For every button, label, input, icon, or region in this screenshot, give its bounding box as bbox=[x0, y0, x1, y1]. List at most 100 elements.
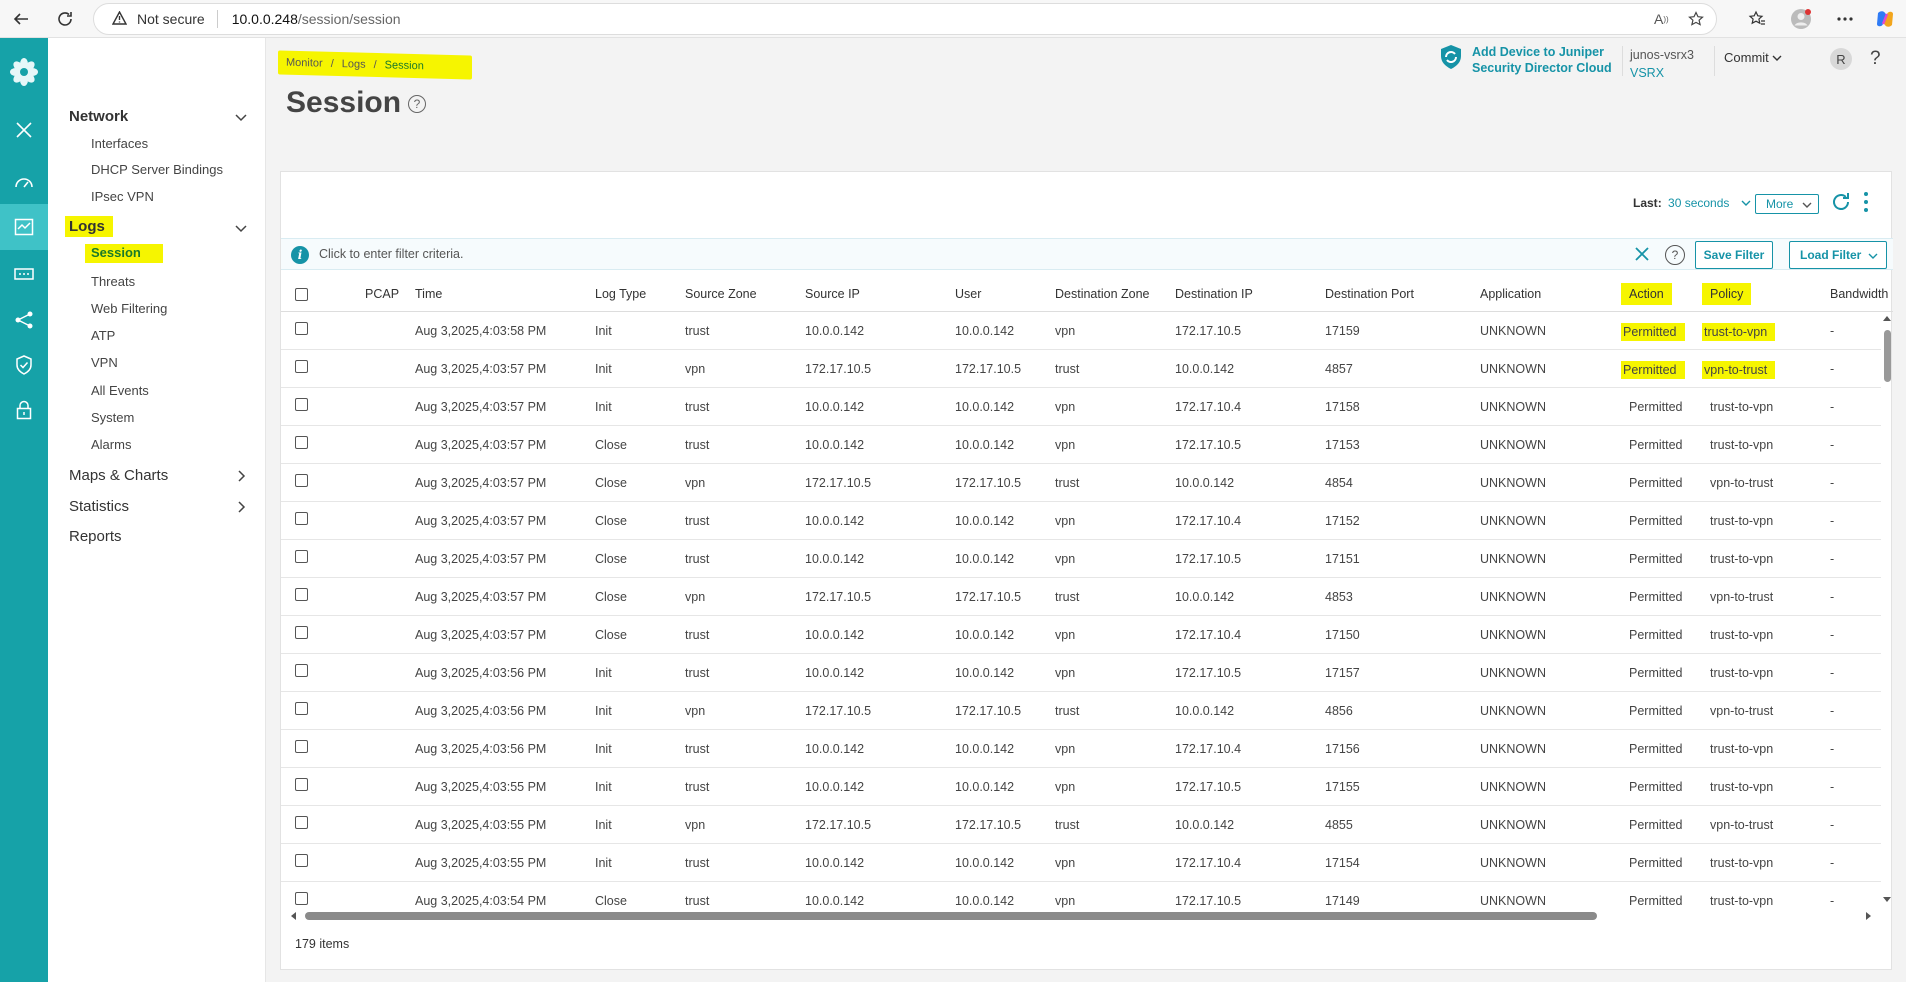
scroll-down-icon[interactable] bbox=[1882, 896, 1892, 904]
chevron-right-icon[interactable] bbox=[234, 469, 248, 483]
nav-section-network[interactable]: Network bbox=[69, 108, 128, 125]
lock-icon[interactable] bbox=[0, 388, 48, 432]
address-bar[interactable]: Not secure 10.0.0.248/session/session A)… bbox=[93, 3, 1717, 35]
copilot-icon[interactable] bbox=[1870, 4, 1900, 34]
read-aloud-icon[interactable]: A)) bbox=[1654, 4, 1669, 34]
column-header-bandwidth[interactable]: Bandwidth bbox=[1830, 276, 1888, 312]
table-row[interactable]: Aug 3,2025,4:03:57 PM Close vpn 172.17.10.5… bbox=[281, 464, 1881, 502]
table-row[interactable]: Aug 3,2025,4:03:54 PM Close trust 10.0.0.14… bbox=[281, 882, 1881, 909]
close-icon[interactable] bbox=[0, 108, 48, 152]
help-icon[interactable]: ? bbox=[1870, 48, 1881, 70]
table-row[interactable]: Aug 3,2025,4:03:56 PM Init trust 10.0.0.142… bbox=[281, 730, 1881, 768]
table-row[interactable]: Aug 3,2025,4:03:57 PM Close trust 10.0.0.14… bbox=[281, 616, 1881, 654]
nav-section-maps-charts[interactable]: Maps & Charts bbox=[69, 467, 168, 484]
horizontal-scrollbar[interactable] bbox=[281, 909, 1881, 923]
table-row[interactable]: Aug 3,2025,4:03:56 PM Init vpn 172.17.10.5 1… bbox=[281, 692, 1881, 730]
commit-menu[interactable]: Commit bbox=[1724, 50, 1782, 65]
table-row[interactable]: Aug 3,2025,4:03:57 PM Close trust 10.0.0.14… bbox=[281, 426, 1881, 464]
breadcrumb-logs[interactable]: Logs bbox=[342, 58, 366, 71]
scroll-left-icon[interactable] bbox=[289, 911, 297, 921]
table-row[interactable]: Aug 3,2025,4:03:55 PM Init trust 10.0.0.142… bbox=[281, 768, 1881, 806]
nav-item-ipsec-vpn[interactable]: IPsec VPN bbox=[91, 189, 154, 204]
help-icon[interactable]: ? bbox=[408, 95, 426, 113]
save-filter-button[interactable]: Save Filter bbox=[1695, 241, 1773, 269]
nav-section-logs[interactable]: Logs bbox=[65, 216, 113, 237]
vertical-scrollbar[interactable] bbox=[1881, 312, 1893, 909]
back-icon[interactable] bbox=[6, 4, 36, 34]
scroll-up-icon[interactable] bbox=[1882, 314, 1892, 322]
add-device-link[interactable]: Add Device to Juniper Security Director … bbox=[1438, 44, 1612, 76]
nav-section-statistics[interactable]: Statistics bbox=[69, 498, 129, 515]
nav-item-atp[interactable]: ATP bbox=[91, 328, 115, 343]
select-all-checkbox[interactable] bbox=[295, 288, 308, 301]
column-header-action[interactable]: Action bbox=[1621, 283, 1672, 305]
column-header-destination-zone[interactable]: Destination Zone bbox=[1055, 276, 1150, 312]
filter-help-icon[interactable]: ? bbox=[1665, 245, 1685, 265]
nav-item-vpn[interactable]: VPN bbox=[91, 355, 118, 370]
time-range-selector[interactable]: Last: 30 seconds bbox=[1633, 196, 1751, 210]
row-checkbox[interactable] bbox=[295, 740, 308, 753]
kebab-menu-icon[interactable] bbox=[1861, 190, 1871, 214]
row-checkbox[interactable] bbox=[295, 322, 308, 335]
scroll-right-icon[interactable] bbox=[1865, 911, 1873, 921]
monitor-icon[interactable] bbox=[0, 204, 48, 250]
avatar[interactable]: R bbox=[1830, 48, 1852, 70]
row-checkbox[interactable] bbox=[295, 360, 308, 373]
nav-section-reports[interactable]: Reports bbox=[69, 528, 122, 545]
dashboard-icon[interactable] bbox=[0, 160, 48, 204]
row-checkbox[interactable] bbox=[295, 398, 308, 411]
column-header-user[interactable]: User bbox=[955, 276, 981, 312]
table-row[interactable]: Aug 3,2025,4:03:57 PM Close trust 10.0.0.14… bbox=[281, 502, 1881, 540]
table-row[interactable]: Aug 3,2025,4:03:58 PM Init trust 10.0.0.142… bbox=[281, 312, 1881, 350]
devices-icon[interactable] bbox=[0, 252, 48, 296]
column-header-source-zone[interactable]: Source Zone bbox=[685, 276, 757, 312]
row-checkbox[interactable] bbox=[295, 626, 308, 639]
reload-icon[interactable] bbox=[50, 4, 80, 34]
row-checkbox[interactable] bbox=[295, 512, 308, 525]
column-header-log-type[interactable]: Log Type bbox=[595, 276, 646, 312]
clear-filter-icon[interactable] bbox=[1633, 245, 1651, 263]
load-filter-button[interactable]: Load Filter bbox=[1789, 241, 1887, 269]
table-row[interactable]: Aug 3,2025,4:03:57 PM Close trust 10.0.0.14… bbox=[281, 540, 1881, 578]
table-row[interactable]: Aug 3,2025,4:03:55 PM Init vpn 172.17.10.5 1… bbox=[281, 806, 1881, 844]
security-policy-icon[interactable] bbox=[0, 343, 48, 387]
favorite-star-icon[interactable] bbox=[1688, 4, 1704, 34]
nav-item-interfaces[interactable]: Interfaces bbox=[91, 136, 148, 151]
profile-icon[interactable] bbox=[1786, 4, 1816, 34]
column-header-pcap[interactable]: PCAP bbox=[365, 276, 399, 312]
row-checkbox[interactable] bbox=[295, 664, 308, 677]
nav-item-dhcp-server-bindings[interactable]: DHCP Server Bindings bbox=[91, 162, 223, 177]
column-header-source-ip[interactable]: Source IP bbox=[805, 276, 860, 312]
table-row[interactable]: Aug 3,2025,4:03:57 PM Init vpn 172.17.10.5 1… bbox=[281, 350, 1881, 388]
row-checkbox[interactable] bbox=[295, 474, 308, 487]
row-checkbox[interactable] bbox=[295, 816, 308, 829]
nav-item-web-filtering[interactable]: Web Filtering bbox=[91, 301, 167, 316]
chevron-down-icon[interactable] bbox=[234, 221, 248, 235]
network-icon[interactable] bbox=[0, 298, 48, 342]
breadcrumb-monitor[interactable]: Monitor bbox=[286, 57, 323, 70]
row-checkbox[interactable] bbox=[295, 550, 308, 563]
row-checkbox[interactable] bbox=[295, 588, 308, 601]
nav-item-threats[interactable]: Threats bbox=[91, 274, 135, 289]
filter-input[interactable]: Click to enter filter criteria. bbox=[319, 247, 463, 261]
refresh-icon[interactable] bbox=[1829, 190, 1853, 214]
nav-item-alarms[interactable]: Alarms bbox=[91, 437, 131, 452]
row-checkbox[interactable] bbox=[295, 702, 308, 715]
row-checkbox[interactable] bbox=[295, 778, 308, 791]
column-header-destination-ip[interactable]: Destination IP bbox=[1175, 276, 1253, 312]
column-header-time[interactable]: Time bbox=[415, 276, 442, 312]
table-row[interactable]: Aug 3,2025,4:03:56 PM Init trust 10.0.0.142… bbox=[281, 654, 1881, 692]
nav-item-session[interactable]: Session bbox=[85, 244, 163, 263]
nav-item-all-events[interactable]: All Events bbox=[91, 383, 149, 398]
table-row[interactable]: Aug 3,2025,4:03:55 PM Init trust 10.0.0.142… bbox=[281, 844, 1881, 882]
row-checkbox[interactable] bbox=[295, 436, 308, 449]
favorites-icon[interactable] bbox=[1742, 4, 1772, 34]
chevron-right-icon[interactable] bbox=[234, 500, 248, 514]
row-checkbox[interactable] bbox=[295, 892, 308, 905]
row-checkbox[interactable] bbox=[295, 854, 308, 867]
more-button[interactable]: More bbox=[1755, 194, 1819, 214]
column-header-destination-port[interactable]: Destination Port bbox=[1325, 276, 1414, 312]
chevron-down-icon[interactable] bbox=[234, 110, 248, 124]
column-header-policy[interactable]: Policy bbox=[1702, 283, 1752, 305]
more-menu-icon[interactable] bbox=[1830, 4, 1860, 34]
